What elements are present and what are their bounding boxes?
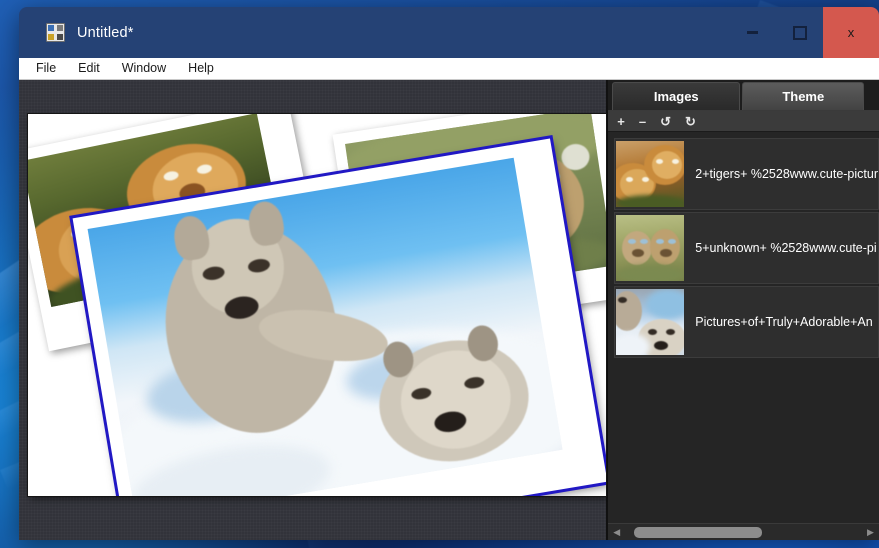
list-item-label: Pictures+of+Truly+Adorable+An: [695, 315, 873, 329]
menu-bar: File Edit Window Help: [19, 58, 879, 80]
horizontal-scrollbar[interactable]: ◀ ▶: [608, 523, 879, 540]
rotate-right-button[interactable]: ↻: [685, 115, 696, 128]
panel-toolbar: + – ↺ ↻: [608, 111, 879, 132]
collage-sheet[interactable]: [28, 114, 606, 496]
image-list[interactable]: 2+tigers+ %2528www.cute-pictur 5+unknown…: [608, 132, 879, 523]
thumbnail-image: [616, 289, 685, 355]
thumbnail-image: [616, 141, 685, 207]
scrollbar-track[interactable]: [622, 527, 865, 538]
maximize-icon: [792, 25, 807, 40]
list-item-label: 2+tigers+ %2528www.cute-pictur: [695, 167, 878, 181]
maximize-button[interactable]: [776, 7, 823, 58]
list-item-label: 5+unknown+ %2528www.cute-pi: [695, 241, 877, 255]
rotate-left-button[interactable]: ↺: [660, 115, 671, 128]
scroll-left-arrow-icon[interactable]: ◀: [611, 527, 622, 538]
window-body: Images Theme + – ↺ ↻ 2+tigers+ %2528www.…: [19, 80, 879, 540]
list-item[interactable]: 2+tigers+ %2528www.cute-pictur: [614, 138, 879, 210]
panel-tabs: Images Theme: [608, 80, 879, 111]
title-bar[interactable]: Untitled* x: [19, 7, 879, 58]
application-window: Untitled* x File Edit Window Help Images…: [19, 7, 879, 540]
menu-item-file[interactable]: File: [25, 58, 67, 79]
close-icon: x: [847, 25, 855, 40]
scrollbar-thumb[interactable]: [634, 527, 763, 538]
tab-images[interactable]: Images: [612, 82, 741, 110]
window-controls: x: [729, 7, 879, 58]
window-title: Untitled*: [77, 24, 134, 41]
thumbnail-image: [616, 215, 685, 281]
minimize-button[interactable]: [729, 7, 776, 58]
list-item[interactable]: 5+unknown+ %2528www.cute-pi: [614, 212, 879, 284]
app-icon: [46, 23, 65, 42]
list-item[interactable]: Pictures+of+Truly+Adorable+An: [614, 286, 879, 358]
add-image-button[interactable]: +: [617, 115, 625, 128]
tab-theme[interactable]: Theme: [742, 82, 865, 110]
menu-item-edit[interactable]: Edit: [67, 58, 111, 79]
side-panel: Images Theme + – ↺ ↻ 2+tigers+ %2528www.…: [608, 80, 879, 540]
remove-image-button[interactable]: –: [639, 115, 646, 128]
close-button[interactable]: x: [823, 7, 879, 58]
menu-item-window[interactable]: Window: [111, 58, 177, 79]
minimize-icon: [747, 31, 758, 34]
scroll-right-arrow-icon[interactable]: ▶: [865, 527, 876, 538]
collage-canvas-area[interactable]: [19, 80, 609, 540]
menu-item-help[interactable]: Help: [177, 58, 225, 79]
photo-image-huskies: [87, 157, 563, 496]
